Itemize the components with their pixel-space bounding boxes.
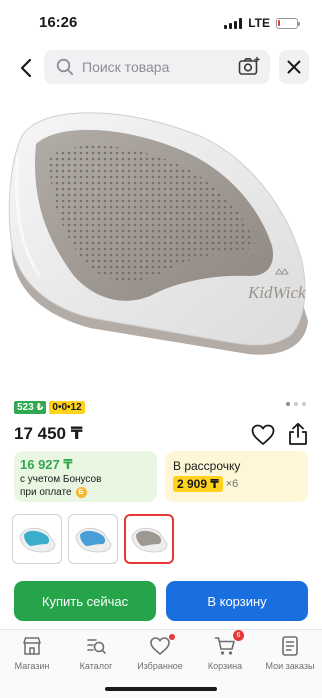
search-bar[interactable] <box>44 50 270 84</box>
buy-now-button[interactable]: Купить сейчас <box>14 581 156 621</box>
shop-icon <box>23 637 41 655</box>
tab-cart[interactable]: 6 Корзина <box>193 630 257 671</box>
catalog-icon <box>87 639 106 654</box>
gallery-dot <box>302 402 306 406</box>
favorite-heart-icon[interactable] <box>251 424 275 446</box>
brand-logo: KidWick <box>247 283 306 302</box>
gallery-dot <box>286 402 290 406</box>
bath-seat-thumbnail-image <box>75 527 112 553</box>
variant-thumbnails <box>12 514 174 564</box>
gallery-pagination <box>286 402 306 406</box>
status-time: 16:26 <box>39 14 78 31</box>
product-price: 17 450 ₸ <box>14 424 83 443</box>
close-icon <box>287 60 301 74</box>
installment-title: В рассрочку <box>173 459 241 473</box>
cart-count-badge: 6 <box>233 630 244 641</box>
product-badges: 523 ₺ 0•0•12 <box>14 401 85 414</box>
cart-icon <box>214 637 235 655</box>
cart-icon-wrap: 6 <box>214 630 244 657</box>
tab-catalog[interactable]: Каталог <box>64 635 128 671</box>
search-icon <box>56 58 74 76</box>
installment-multiplier: ×6 <box>225 478 239 490</box>
tab-label: Корзина <box>207 661 243 671</box>
close-button[interactable] <box>279 50 309 84</box>
tab-orders[interactable]: Мои заказы <box>258 635 322 671</box>
product-image[interactable]: KidWick <box>0 96 322 386</box>
installment-card[interactable]: В рассрочку 2 909 ₸ ×6 <box>165 451 308 502</box>
installment-badge: 0•0•12 <box>49 401 85 414</box>
bath-seat-thumbnail-image <box>131 527 168 553</box>
tab-shop[interactable]: Магазин <box>0 635 64 671</box>
heart-icon <box>150 637 170 655</box>
back-button[interactable] <box>12 54 40 82</box>
add-to-cart-button[interactable]: В корзину <box>166 581 308 621</box>
battery-level <box>278 19 280 26</box>
home-indicator <box>105 687 217 691</box>
status-indicators: LTE <box>224 16 300 30</box>
bonus-price-card[interactable]: 16 927 ₸ с учетом Бонусов при оплате Б <box>14 451 157 502</box>
tab-label: Магазин <box>14 661 50 671</box>
tab-label: Каталог <box>79 661 113 671</box>
bath-seat-thumbnail-image <box>19 527 56 553</box>
tab-label: Избранное <box>137 661 183 671</box>
variant-thumbnail[interactable] <box>124 514 174 564</box>
favorites-dot <box>169 634 175 640</box>
orders-icon <box>282 636 298 656</box>
variant-thumbnail[interactable] <box>68 514 118 564</box>
installment-monthly: 2 909 ₸ <box>173 476 223 492</box>
bonus-note-payment: при оплате Б <box>20 487 87 498</box>
tab-label: Мои заказы <box>265 661 315 671</box>
search-header <box>0 50 322 86</box>
camera-icon[interactable] <box>238 56 260 78</box>
heart-icon-wrap <box>149 634 175 657</box>
battery-icon <box>276 17 300 29</box>
gallery-dot <box>294 402 298 406</box>
bonus-price: 16 927 ₸ <box>20 457 73 472</box>
search-input[interactable] <box>82 59 212 75</box>
installment-row: 2 909 ₸ ×6 <box>173 476 238 492</box>
bonus-coin-icon: Б <box>75 487 87 498</box>
status-bar: 16:26 LTE <box>0 0 322 46</box>
rating-badge: 523 ₺ <box>14 401 47 414</box>
bonus-note: с учетом Бонусов <box>20 474 102 485</box>
variant-thumbnail[interactable] <box>12 514 62 564</box>
chevron-left-icon <box>20 58 32 78</box>
product-page: 16:26 LTE Поиск товара KidWick 523 ₺ 0•0… <box>0 0 322 698</box>
network-label: LTE <box>248 16 270 30</box>
signal-icon <box>224 17 243 29</box>
bonus-note-payment-text: при оплате <box>20 487 72 498</box>
tab-favorites[interactable]: Избранное <box>128 634 192 671</box>
share-icon[interactable] <box>287 422 309 446</box>
